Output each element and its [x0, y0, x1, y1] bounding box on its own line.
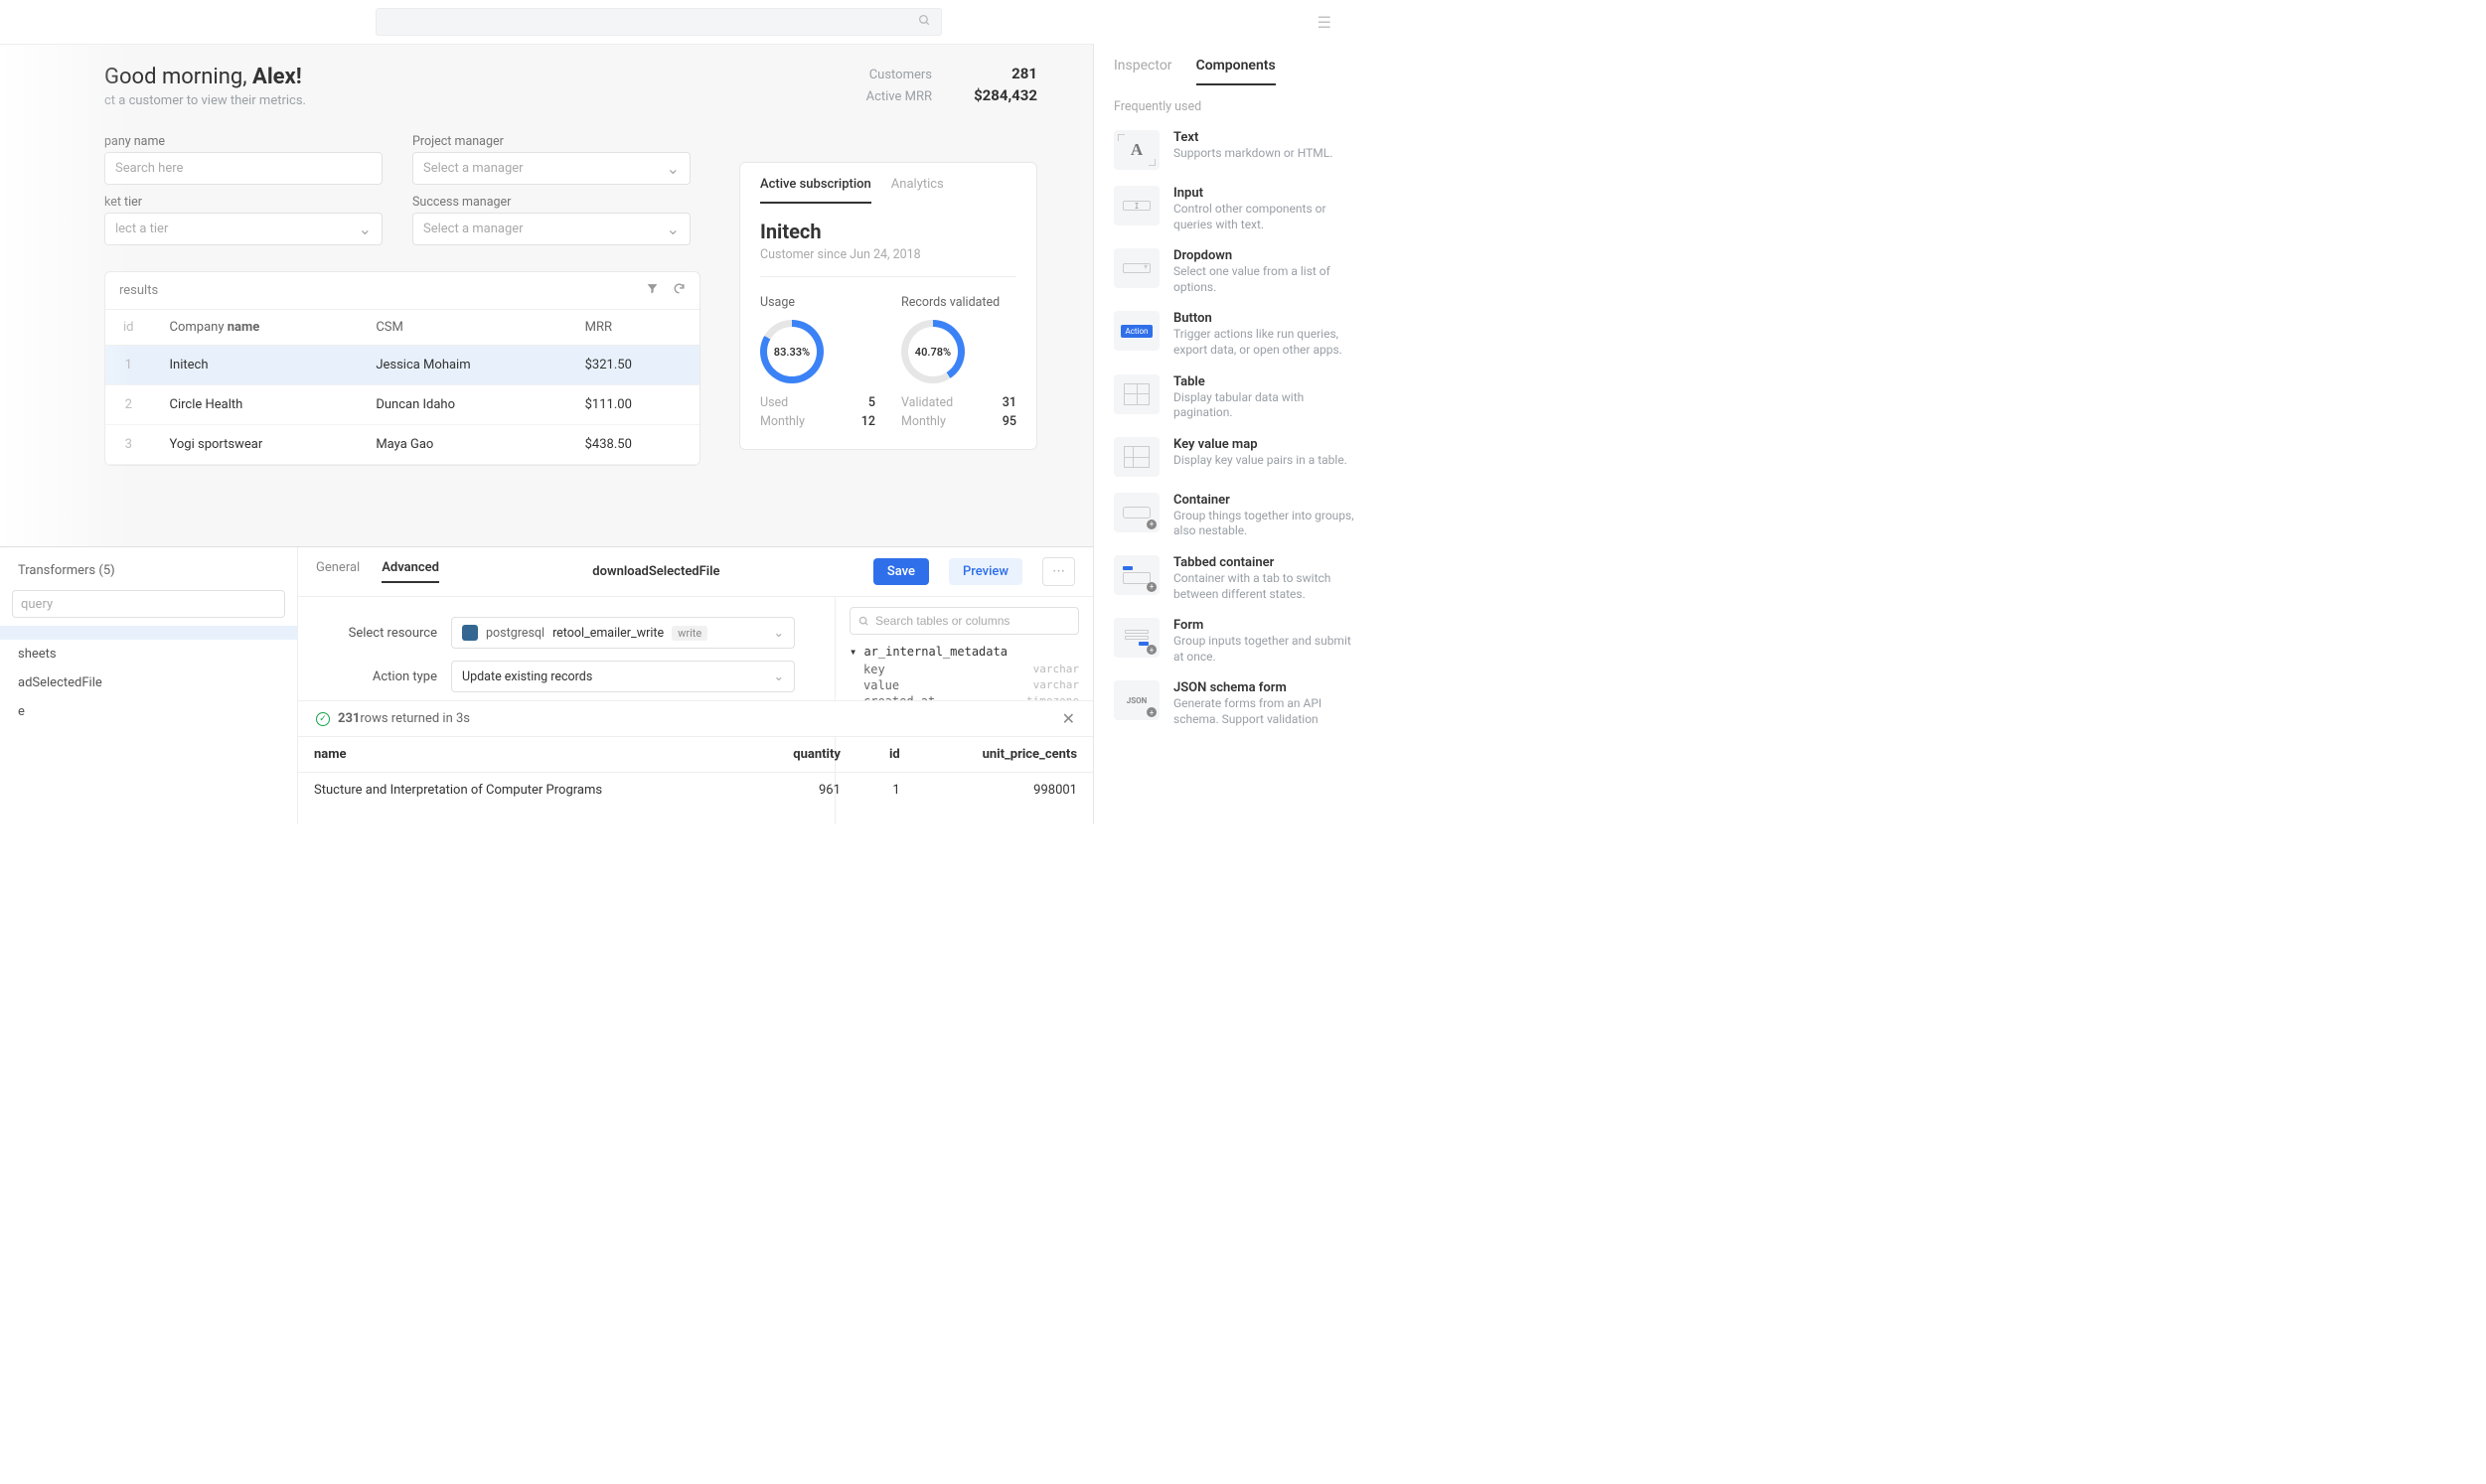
form-icon: +: [1114, 618, 1160, 658]
records-label: Records validated: [901, 295, 1016, 310]
query-item[interactable]: e: [0, 697, 297, 726]
status-bar: ✓ 231 rows returned in 3s ✕: [298, 700, 1093, 737]
table-row[interactable]: 3Yogi sportswearMaya Gao$438.50: [105, 425, 699, 465]
tab-components[interactable]: Components: [1196, 58, 1276, 85]
input-icon: I: [1114, 186, 1160, 225]
preview-button[interactable]: Preview: [949, 558, 1022, 585]
json-form-icon: JSON+: [1114, 680, 1160, 720]
refresh-icon[interactable]: [673, 282, 686, 299]
results-card: results id Company name CSM MRR: [104, 271, 700, 466]
close-icon[interactable]: ✕: [1062, 709, 1075, 728]
schema-col: valuevarchar: [850, 677, 1079, 693]
search-icon: [918, 14, 931, 31]
button-icon: Action: [1114, 311, 1160, 351]
tab-active-subscription[interactable]: Active subscription: [760, 177, 871, 204]
component-key-value[interactable]: Key value mapDisplay key value pairs in …: [1094, 429, 1381, 485]
stats: Customers281 Active MRR$284,432: [866, 65, 1037, 108]
resource-label: Select resource: [318, 626, 437, 641]
table-icon: [1114, 374, 1160, 414]
company-name-label: pany name: [104, 134, 383, 149]
project-manager-select[interactable]: Select a manager: [412, 152, 691, 185]
success-manager-label: Success manager: [412, 195, 691, 210]
container-icon: +: [1114, 493, 1160, 532]
tab-general[interactable]: General: [316, 560, 360, 583]
postgresql-icon: [462, 625, 478, 641]
save-button[interactable]: Save: [873, 558, 929, 585]
subscription-card: Active subscription Analytics Initech Cu…: [739, 162, 1037, 450]
component-text[interactable]: A TextSupports markdown or HTML.: [1094, 122, 1381, 178]
query-search[interactable]: query: [12, 590, 285, 618]
project-manager-label: Project manager: [412, 134, 691, 149]
global-search[interactable]: [376, 8, 942, 36]
filter-icon[interactable]: [646, 282, 659, 299]
component-tabbed-container[interactable]: + Tabbed containerContainer with a tab t…: [1094, 547, 1381, 610]
component-json-schema-form[interactable]: JSON+ JSON schema formGenerate forms fro…: [1094, 672, 1381, 735]
tab-analytics[interactable]: Analytics: [891, 177, 944, 204]
action-type-select[interactable]: Update existing records: [451, 661, 795, 692]
transformers-tab[interactable]: Transformers (5): [18, 563, 115, 578]
component-button[interactable]: Action ButtonTrigger actions like run qu…: [1094, 303, 1381, 366]
tab-advanced[interactable]: Advanced: [382, 560, 439, 583]
tab-inspector[interactable]: Inspector: [1114, 58, 1172, 85]
check-icon: ✓: [316, 712, 330, 726]
market-tier-label: ket tier: [104, 195, 383, 210]
result-row[interactable]: Stucture and Interpretation of Computer …: [298, 773, 1093, 809]
query-item[interactable]: adSelectedFile: [0, 668, 297, 697]
frequently-used-label: Frequently used: [1094, 85, 1381, 122]
schema-search[interactable]: Search tables or columns: [850, 607, 1079, 635]
query-item[interactable]: sheets: [0, 640, 297, 668]
query-item[interactable]: [0, 626, 297, 640]
result-table: name quantity id unit_price_cents Stuctu…: [298, 737, 1093, 824]
panels-icon[interactable]: ☰: [1318, 13, 1331, 32]
key-value-icon: [1114, 437, 1160, 477]
right-sidebar: Inspector Components Frequently used A T…: [1093, 44, 1381, 824]
customer-since: Customer since Jun 24, 2018: [760, 247, 1016, 277]
component-input[interactable]: I InputControl other components or queri…: [1094, 178, 1381, 240]
usage-label: Usage: [760, 295, 875, 310]
table-row[interactable]: 2Circle HealthDuncan Idaho$111.00: [105, 385, 699, 425]
table-header: id Company name CSM MRR: [105, 310, 699, 346]
component-container[interactable]: + ContainerGroup things together into gr…: [1094, 485, 1381, 547]
text-icon: A: [1114, 130, 1160, 170]
results-title: results: [119, 283, 158, 298]
query-title: downloadSelectedFile: [459, 564, 854, 579]
usage-gauge: 83.33%: [760, 320, 824, 383]
canvas: Good morning, Alex! ct a customer to vie…: [0, 45, 1093, 824]
company-name-input[interactable]: Search here: [104, 152, 383, 185]
component-table[interactable]: TableDisplay tabular data with paginatio…: [1094, 367, 1381, 429]
component-dropdown[interactable]: DropdownSelect one value from a list of …: [1094, 240, 1381, 303]
table-row[interactable]: 1InitechJessica Mohaim$321.50: [105, 346, 699, 385]
dropdown-icon: [1114, 248, 1160, 288]
topbar: ☰: [0, 0, 1381, 44]
market-tier-select[interactable]: lect a tier: [104, 213, 383, 245]
more-button[interactable]: ⋯: [1042, 557, 1075, 586]
tabbed-container-icon: +: [1114, 555, 1160, 595]
schema-table[interactable]: ▾ ar_internal_metadata: [850, 645, 1079, 659]
resource-select[interactable]: postgresql retool_emailer_write write: [451, 617, 795, 649]
success-manager-select[interactable]: Select a manager: [412, 213, 691, 245]
component-form[interactable]: + FormGroup inputs together and submit a…: [1094, 610, 1381, 672]
query-panel: Transformers (5) query sheets adSelected…: [0, 546, 1093, 824]
schema-col: keyvarchar: [850, 662, 1079, 677]
action-type-label: Action type: [318, 669, 437, 684]
customer-name: Initech: [760, 220, 1016, 243]
records-gauge: 40.78%: [901, 320, 965, 383]
